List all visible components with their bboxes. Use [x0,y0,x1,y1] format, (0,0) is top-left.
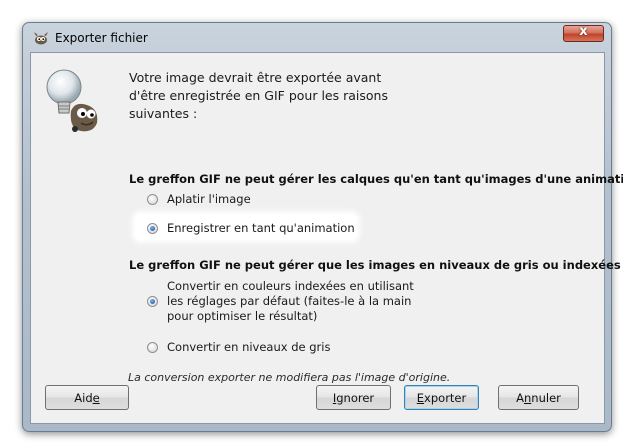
radio-flatten-label: Aplatir l'image [167,192,251,206]
close-button[interactable]: x [563,24,604,42]
gimp-app-icon [34,32,48,45]
radio-grayscale-indicator[interactable] [147,341,158,353]
export-dialog-window: Exporter fichier x Votre image devrait ê… [22,22,623,432]
radio-grayscale-label: Convertir en niveaux de gris [167,340,331,354]
cancel-button[interactable]: An nuler [498,385,579,410]
radio-animation-label: Enregistrer en tant qu'animation [167,221,355,235]
title-bar[interactable]: Exporter fichier x [23,23,611,53]
help-button[interactable]: Aid e [45,385,129,410]
ignore-button[interactable]: Ignorer [316,385,391,410]
intro-text: Votre image devrait être exportée avant … [129,70,388,121]
wilber-lightbulb-icon [46,69,98,132]
radio-save-as-animation[interactable]: Enregistrer en tant qu'animation [147,221,355,235]
dialog-content: Votre image devrait être exportée avant … [30,52,623,424]
conversion-note: La conversion exporter ne modifiera pas … [128,371,451,384]
radio-convert-indexed[interactable]: Convertir en couleurs indexées en utilis… [147,279,414,324]
color-section-heading: Le greffon GIF ne peut gérer que les ima… [129,258,621,272]
radio-animation-indicator[interactable] [147,222,158,234]
radio-flatten-indicator[interactable] [147,193,158,205]
radio-indexed-indicator[interactable] [147,296,158,307]
radio-convert-grayscale[interactable]: Convertir en niveaux de gris [147,340,330,354]
close-icon: x [579,24,588,39]
layers-section-heading: Le greffon GIF ne peut gérer les calques… [129,172,623,186]
radio-indexed-label: Convertir en couleurs indexées en utilis… [167,279,414,323]
export-button[interactable]: Exporter [404,385,479,410]
radio-flatten-image[interactable]: Aplatir l'image [147,192,251,206]
window-title: Exporter fichier [55,31,148,45]
